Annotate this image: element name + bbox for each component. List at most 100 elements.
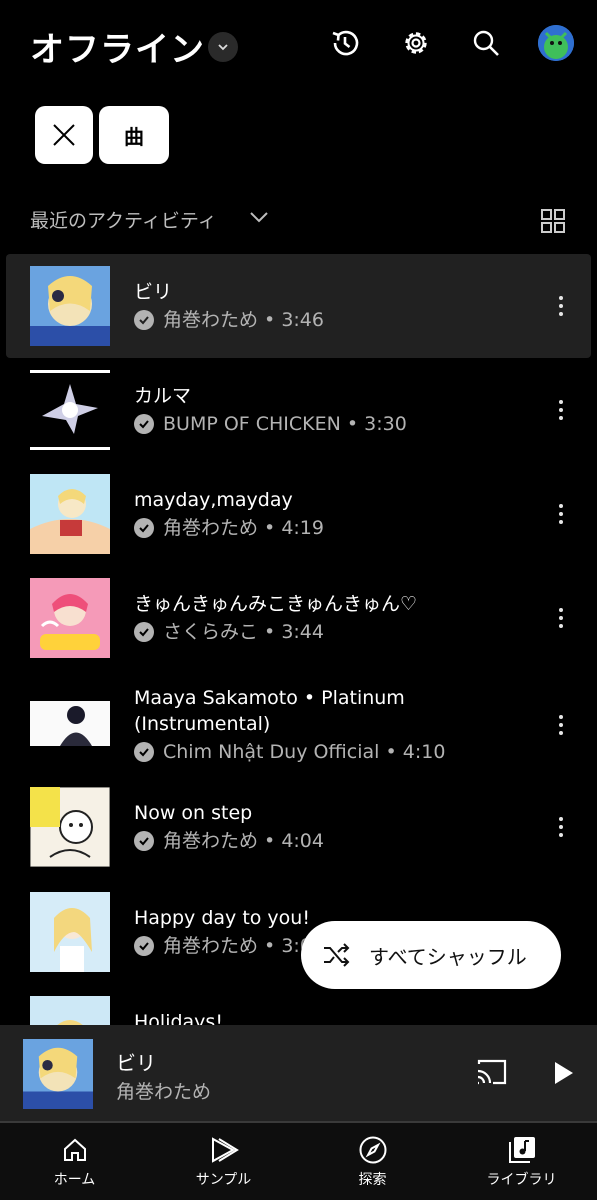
search-button[interactable] xyxy=(469,26,503,60)
separator-dot: • xyxy=(258,830,282,852)
downloaded-check-icon xyxy=(134,831,154,851)
song-meta: 角巻わため • 4:04 xyxy=(134,828,531,854)
more-options-button[interactable] xyxy=(551,293,571,319)
nav-item-home[interactable]: ホーム xyxy=(0,1123,149,1200)
nav-item-samples[interactable]: サンプル xyxy=(149,1123,298,1200)
shuffle-all-label: すべてシャッフル xyxy=(369,944,527,969)
title-dropdown-button[interactable] xyxy=(208,32,238,62)
song-meta: 角巻わため • 3:46 xyxy=(134,307,531,333)
nav-label: 探索 xyxy=(358,1172,387,1188)
now-playing-title: ビリ xyxy=(116,1051,156,1075)
nav-label: ホーム xyxy=(53,1172,96,1188)
video-thumbnail xyxy=(30,701,110,746)
album-art xyxy=(30,266,110,346)
song-title: Holidays! xyxy=(134,1011,223,1025)
more-options-button[interactable] xyxy=(551,397,571,423)
nav-label: サンプル xyxy=(195,1172,252,1188)
clear-filter-button[interactable] xyxy=(35,106,93,164)
separator-dot: • xyxy=(258,621,282,643)
home-icon xyxy=(63,1138,86,1161)
song-title: Now on step xyxy=(134,802,253,824)
sort-dropdown-button[interactable] xyxy=(248,206,270,232)
album-art xyxy=(30,578,110,658)
song-artist: BUMP OF CHICKEN xyxy=(163,413,341,435)
song-row[interactable]: Holidays! xyxy=(6,984,591,1025)
song-row[interactable]: きゅんきゅんみこきゅんきゅん♡ さくらみこ • 3:44 xyxy=(6,566,591,670)
song-meta: さくらみこ • 3:44 xyxy=(134,619,531,645)
page-title: オフライン xyxy=(30,30,205,70)
settings-button[interactable] xyxy=(399,26,433,60)
song-artist: 角巻わため xyxy=(163,517,259,539)
explore-icon xyxy=(359,1136,386,1164)
song-artist: 角巻わため xyxy=(163,309,259,331)
song-artist: さくらみこ xyxy=(163,621,259,643)
song-row[interactable]: ビリ 角巻わため • 3:46 xyxy=(6,254,591,358)
avatar-image xyxy=(538,25,574,61)
chevron-down-icon xyxy=(250,212,268,223)
grid-view-icon xyxy=(541,209,565,233)
album-art xyxy=(30,787,110,867)
song-duration: 4:19 xyxy=(281,517,324,539)
samples-icon xyxy=(211,1137,239,1163)
more-options-button[interactable] xyxy=(551,605,571,631)
cast-icon xyxy=(477,1059,507,1085)
song-title: mayday,mayday xyxy=(134,489,293,511)
album-art xyxy=(30,892,110,972)
now-playing-artist: 角巻わため xyxy=(116,1081,212,1103)
history-icon xyxy=(332,30,359,56)
downloaded-check-icon xyxy=(134,518,154,538)
library-icon xyxy=(508,1137,535,1163)
album-art xyxy=(30,996,110,1025)
song-row[interactable]: mayday,mayday 角巻わため • 4:19 xyxy=(6,462,591,566)
play-icon xyxy=(555,1062,573,1084)
separator-dot: • xyxy=(258,935,282,957)
downloaded-check-icon xyxy=(134,310,154,330)
song-row[interactable]: カルマ BUMP OF CHICKEN • 3:30 xyxy=(6,358,591,462)
grid-view-button[interactable] xyxy=(540,208,566,238)
song-duration: 4:04 xyxy=(281,830,324,852)
chevron-down-icon xyxy=(218,44,228,51)
song-title: ビリ xyxy=(134,281,173,303)
downloaded-check-icon xyxy=(134,936,154,956)
album-art xyxy=(30,370,110,450)
more-options-button[interactable] xyxy=(551,712,571,738)
shuffle-icon xyxy=(324,943,350,967)
song-meta: Chim Nhật Duy Official • 4:10 xyxy=(134,739,531,765)
downloaded-check-icon xyxy=(134,622,154,642)
separator-dot: • xyxy=(379,741,403,763)
shuffle-all-button[interactable]: すべてシャッフル xyxy=(301,921,561,989)
separator-dot: • xyxy=(258,517,282,539)
separator-dot: • xyxy=(258,309,282,331)
more-options-button[interactable] xyxy=(551,501,571,527)
song-title: きゅんきゅんみこきゅんきゅん♡ xyxy=(134,593,418,615)
songs-filter-chip[interactable]: 曲 xyxy=(99,106,169,164)
mini-player[interactable]: ビリ 角巻わため xyxy=(0,1025,597,1121)
now-playing-album-art xyxy=(23,1039,93,1109)
cast-button[interactable] xyxy=(475,1057,509,1091)
song-row[interactable]: Now on step 角巻わため • 4:04 xyxy=(6,775,591,879)
album-art xyxy=(30,474,110,554)
song-meta: BUMP OF CHICKEN • 3:30 xyxy=(134,411,531,437)
song-title: カルマ xyxy=(134,385,192,407)
song-title-line2: (Instrumental) xyxy=(134,713,271,735)
nav-item-explore[interactable]: 探索 xyxy=(298,1123,447,1200)
avatar[interactable] xyxy=(538,25,574,61)
bottom-navigation: ホーム サンプル 探索 ライブラリ xyxy=(0,1123,597,1200)
song-title-line1: Maaya Sakamoto • Platinum xyxy=(134,687,405,709)
history-button[interactable] xyxy=(328,26,362,60)
gear-icon xyxy=(405,32,427,54)
play-button[interactable] xyxy=(551,1059,577,1091)
more-options-button[interactable] xyxy=(551,814,571,840)
song-row[interactable]: Maaya Sakamoto • Platinum (Instrumental)… xyxy=(6,670,591,780)
search-icon xyxy=(473,30,499,56)
downloaded-check-icon xyxy=(134,742,154,762)
separator-dot: • xyxy=(340,413,365,435)
song-duration: 3:46 xyxy=(281,309,324,331)
song-artist: 角巻わため xyxy=(163,830,259,852)
sort-label[interactable]: 最近のアクティビティ xyxy=(30,206,217,233)
song-artist: Chim Nhật Duy Official xyxy=(163,741,380,763)
nav-item-library[interactable]: ライブラリ xyxy=(447,1123,596,1200)
song-duration: 3:44 xyxy=(281,621,324,643)
song-duration: 3:30 xyxy=(364,413,407,435)
song-duration: 4:10 xyxy=(402,741,446,763)
